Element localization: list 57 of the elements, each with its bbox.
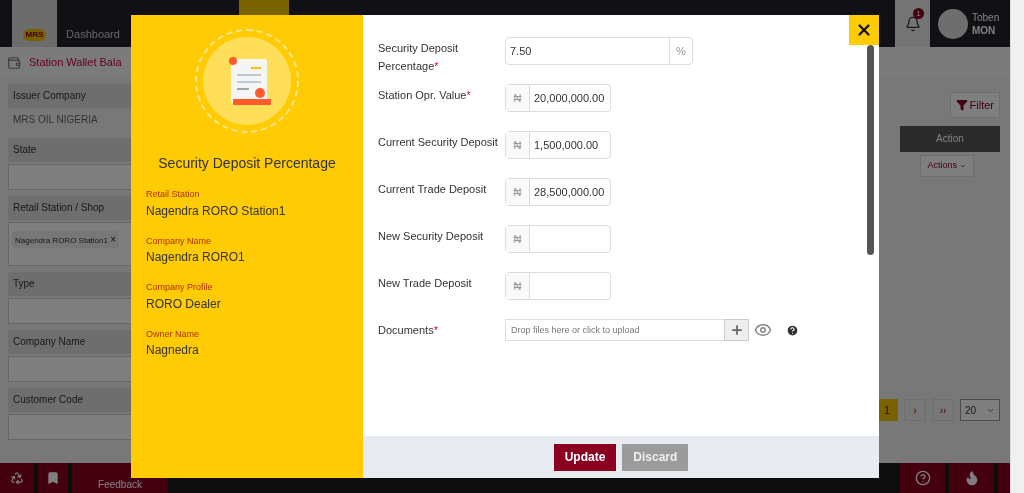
field-label: Current Security Deposit [378, 135, 499, 150]
bookmark-icon [46, 471, 60, 485]
discard-button[interactable]: Discard [622, 443, 689, 471]
caret-icon [959, 162, 967, 170]
info-label: Company Profile [146, 281, 214, 294]
amount-field[interactable]: ₦ [505, 272, 611, 300]
dashboard-tab[interactable]: Dashboard [57, 0, 129, 47]
recycle-icon [10, 471, 24, 485]
page-scrollbar[interactable] [1010, 0, 1024, 493]
filter-button[interactable]: Filter [949, 92, 1000, 118]
field-label: New Security Deposit [378, 229, 485, 244]
update-button[interactable]: Update [553, 443, 617, 471]
bookmark-button[interactable] [38, 463, 68, 493]
field-label: Security Deposit Percentage* [378, 41, 460, 74]
help-button[interactable] [900, 463, 945, 493]
info-value: Nagendra RORO Station1 [146, 202, 287, 220]
notification-button[interactable]: 1 [895, 0, 930, 47]
eye-icon[interactable] [754, 321, 772, 339]
field-label: Current Trade Deposit [378, 182, 488, 197]
close-button[interactable] [849, 15, 879, 45]
field-label: Documents* [378, 323, 439, 338]
amount-field[interactable]: ₦ 1,500,000.00 [505, 131, 611, 159]
filter-value: MRS OIL NIGERIA [12, 113, 99, 127]
selected-chip: Nagendra RORO Station1 × [12, 231, 119, 248]
amount-field[interactable]: ₦ 28,500,000.00 [505, 178, 611, 206]
notification-badge: 1 [913, 8, 924, 19]
user-role: MON [972, 23, 997, 37]
percentage-field[interactable]: 7.50 % [505, 37, 693, 65]
add-file-button[interactable] [724, 319, 749, 341]
wallet-icon [7, 55, 21, 70]
field-label: New Trade Deposit [378, 276, 473, 291]
info-value: Nagendra RORO1 [146, 249, 246, 266]
bell-icon [904, 15, 921, 32]
info-label: Owner Name [146, 327, 200, 341]
amount-field[interactable]: ₦ [505, 225, 611, 253]
logo[interactable]: MRS [12, 0, 57, 47]
fire-button[interactable] [949, 463, 994, 493]
close-icon [855, 21, 873, 39]
modal-scrollbar[interactable] [867, 45, 874, 255]
recycle-button[interactable] [0, 463, 34, 493]
info-label: Company Name [146, 234, 213, 248]
user-name: Toben [972, 10, 1000, 24]
amount-field[interactable]: ₦ 20,000,000.00 [505, 84, 611, 112]
actions-dropdown[interactable]: Actions [920, 155, 974, 177]
column-header: Action [900, 126, 1000, 152]
next-page-button[interactable]: › [904, 399, 926, 421]
last-page-button[interactable]: ›› [932, 399, 954, 421]
file-upload-field[interactable]: Drop files here or click to upload [505, 319, 724, 341]
filter-icon [955, 99, 968, 111]
avatar[interactable] [938, 8, 968, 39]
help-icon[interactable] [786, 323, 799, 337]
info-value: RORO Dealer [146, 295, 222, 313]
help-icon [914, 470, 931, 486]
page-size-select[interactable]: 20 [960, 399, 1000, 421]
plus-icon [729, 323, 744, 337]
page-title: Station Wallet Bala [29, 55, 122, 71]
field-label: Station Opr. Value* [378, 88, 472, 103]
